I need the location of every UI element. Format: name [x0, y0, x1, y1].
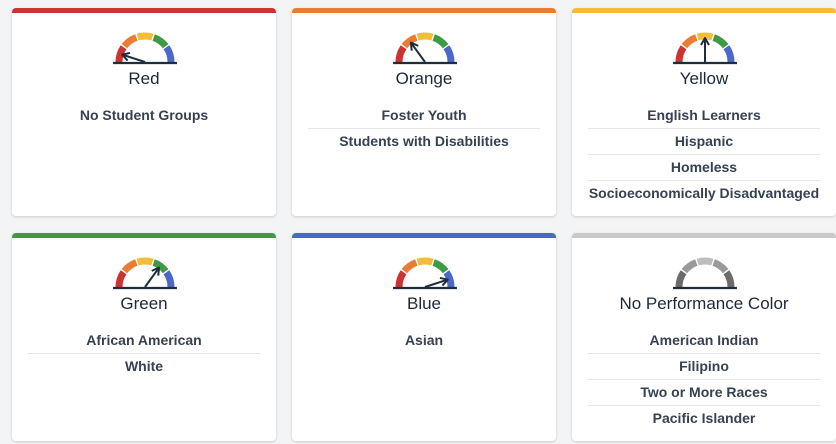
- gauge-segment: [432, 34, 449, 49]
- card-color-bar: [572, 233, 836, 238]
- student-group-item: English Learners: [588, 103, 820, 129]
- gauge-segment: [723, 45, 735, 63]
- student-group-item: Homeless: [588, 155, 820, 181]
- gauge-segment: [152, 34, 169, 49]
- gauge-icon: [669, 26, 741, 66]
- gauge-segment: [136, 257, 154, 266]
- performance-card-no-color: No Performance Color American Indian Fil…: [572, 233, 836, 441]
- card-title: Blue: [406, 294, 442, 313]
- gauge-segment: [115, 270, 127, 288]
- student-group-item: Filipino: [588, 354, 820, 380]
- performance-card-yellow: Yellow English Learners Hispanic Homeles…: [572, 8, 836, 216]
- student-group-item: African American: [28, 328, 260, 354]
- gauge-segment: [416, 257, 434, 266]
- card-color-bar: [12, 8, 276, 13]
- gauge-segment: [416, 32, 434, 41]
- gauge-segment: [121, 259, 138, 274]
- gauge-segment: [681, 259, 698, 274]
- gauge-icon: [109, 251, 181, 291]
- gauge-icon: [669, 251, 741, 291]
- gauge-segment: [681, 34, 698, 49]
- student-group-list: No Student Groups: [28, 103, 260, 128]
- gauge-icon: [389, 251, 461, 291]
- gauge-icon: [389, 26, 461, 66]
- gauge-segment: [443, 45, 455, 63]
- student-group-item: Socioeconomically Disadvantaged: [588, 185, 820, 201]
- gauge-segment: [712, 34, 729, 49]
- gauge-icon: [109, 26, 181, 66]
- gauge-segment: [395, 270, 407, 288]
- performance-card-blue: Blue Asian: [292, 233, 556, 441]
- gauge-segment: [675, 45, 687, 63]
- card-color-bar: [292, 233, 556, 238]
- student-group-item: Foster Youth: [308, 103, 540, 129]
- gauge-segment: [712, 259, 729, 274]
- gauge-segment: [401, 259, 418, 274]
- gauge-segment: [395, 45, 407, 63]
- gauge-segment: [696, 257, 714, 266]
- student-group-item: Asian: [404, 332, 444, 348]
- student-group-list: Foster Youth Students with Disabilities: [308, 103, 540, 154]
- gauge-segment: [136, 32, 154, 41]
- gauge-segment: [163, 45, 175, 63]
- card-title: Green: [120, 294, 168, 313]
- student-group-item: Hispanic: [588, 129, 820, 155]
- performance-card-red: Red No Student Groups: [12, 8, 276, 216]
- student-group-list: English Learners Hispanic Homeless Socio…: [588, 103, 820, 206]
- gauge-segment: [121, 34, 138, 49]
- gauge-segment: [163, 270, 175, 288]
- student-group-item: American Indian: [588, 328, 820, 354]
- gauge-segment: [723, 270, 735, 288]
- student-group-item: No Student Groups: [79, 107, 209, 123]
- card-title: Orange: [395, 69, 453, 88]
- card-title: Red: [128, 69, 160, 88]
- gauge-segment: [675, 270, 687, 288]
- card-color-bar: [572, 8, 836, 13]
- performance-card-orange: Orange Foster Youth Students with Disabi…: [292, 8, 556, 216]
- student-group-list: African American White: [28, 328, 260, 379]
- card-title: No Performance Color: [619, 294, 789, 313]
- card-title: Yellow: [679, 69, 729, 88]
- card-color-bar: [12, 233, 276, 238]
- student-group-list: Asian: [308, 328, 540, 353]
- student-group-item: Pacific Islander: [652, 410, 756, 426]
- performance-card-green: Green African American White: [12, 233, 276, 441]
- student-group-list: American Indian Filipino Two or More Rac…: [588, 328, 820, 431]
- gauge-segment: [432, 259, 449, 274]
- student-group-item: Two or More Races: [588, 380, 820, 406]
- student-group-item: Students with Disabilities: [339, 133, 509, 149]
- card-color-bar: [292, 8, 556, 13]
- gauge-segment: [696, 32, 714, 41]
- student-group-item: White: [124, 358, 164, 374]
